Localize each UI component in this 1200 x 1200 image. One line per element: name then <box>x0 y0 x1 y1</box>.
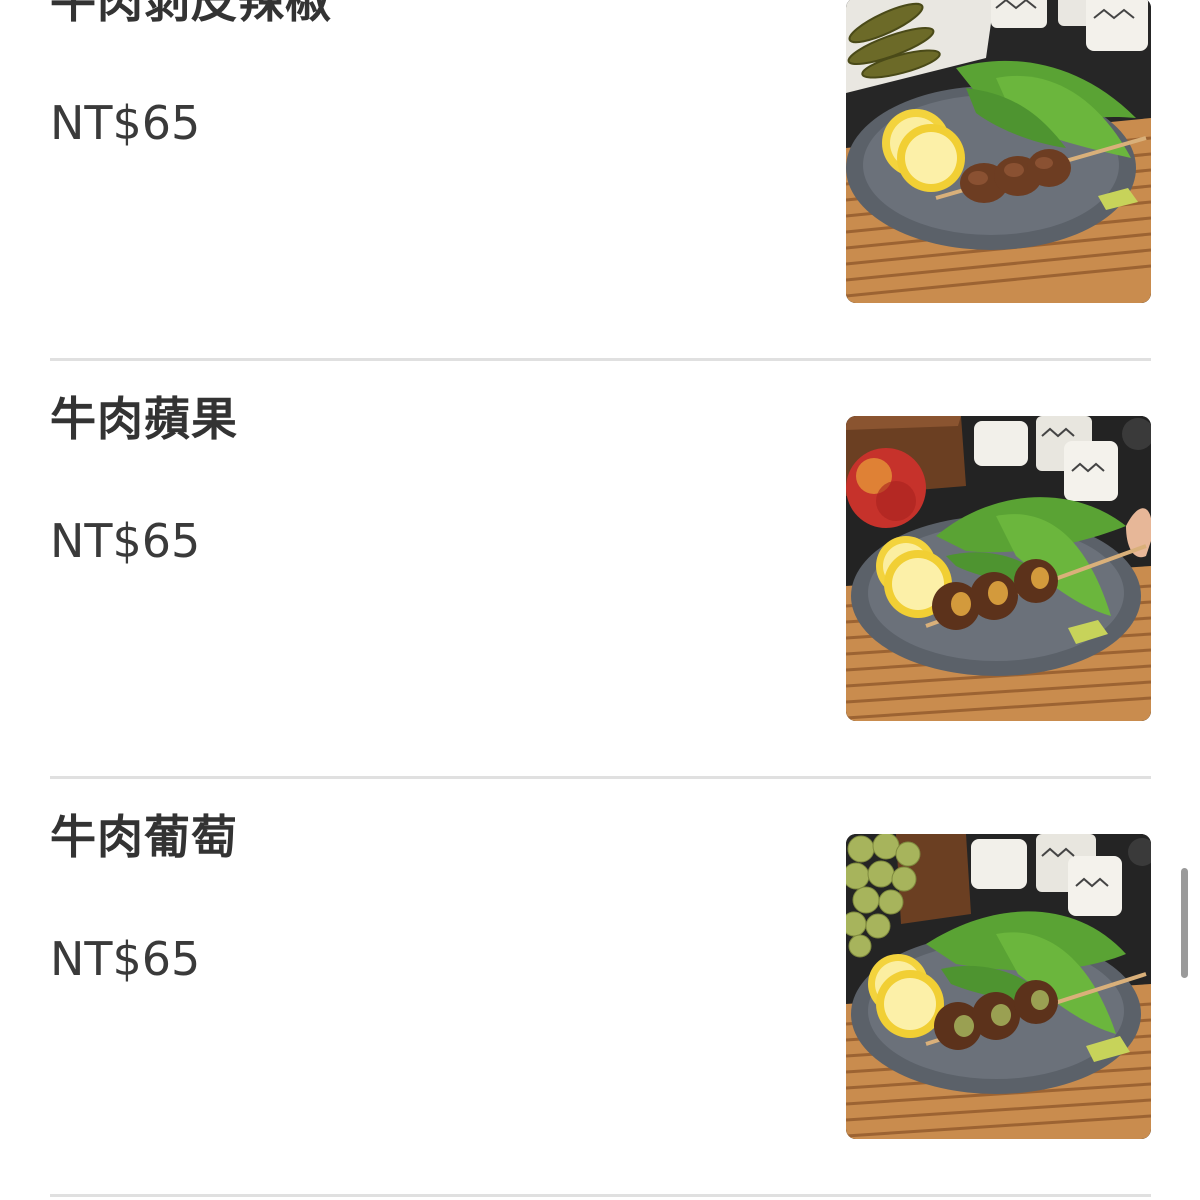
item-divider <box>50 1194 1151 1197</box>
item-photo[interactable] <box>846 834 1151 1139</box>
item-price: NT$65 <box>50 932 201 986</box>
item-photo[interactable] <box>846 0 1151 303</box>
item-price: NT$65 <box>50 514 201 568</box>
item-name: 牛肉剝皮辣椒 <box>50 0 332 28</box>
item-name: 牛肉蘋果 <box>50 392 238 446</box>
scrollbar-thumb[interactable] <box>1181 868 1188 978</box>
item-photo[interactable] <box>846 416 1151 721</box>
menu-item-card[interactable]: 牛肉蘋果 NT$65 <box>50 300 1151 779</box>
skewer-food-photo-icon <box>846 416 1151 721</box>
menu-list: 牛肉剝皮辣椒 NT$65 牛肉蘋果 NT$65 牛肉葡萄 NT$65 <box>0 0 1200 1200</box>
item-price: NT$65 <box>50 96 201 150</box>
menu-item-card[interactable]: 牛肉葡萄 NT$65 <box>50 718 1151 1197</box>
menu-item-card[interactable]: 牛肉剝皮辣椒 NT$65 <box>50 0 1151 361</box>
item-name: 牛肉葡萄 <box>50 810 238 864</box>
skewer-food-photo-icon <box>846 0 1151 303</box>
skewer-food-photo-icon <box>846 834 1151 1139</box>
